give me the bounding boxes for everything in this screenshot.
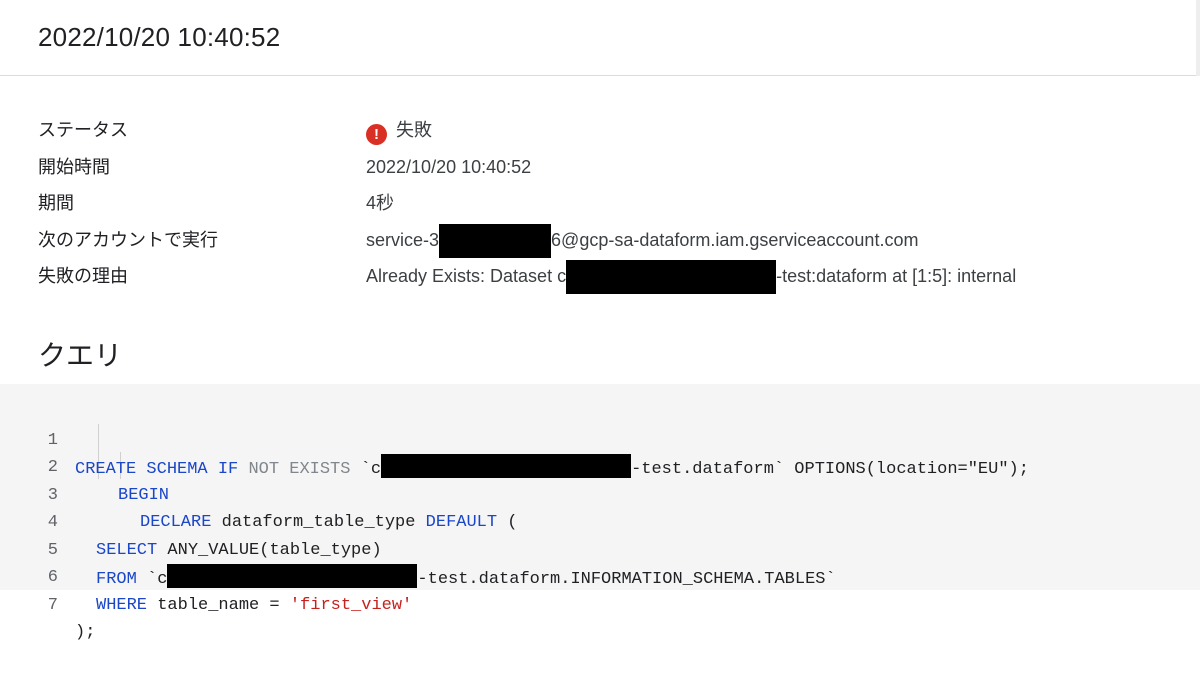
code-text: table_name =	[157, 595, 280, 615]
code-text: );	[75, 623, 96, 642]
scrollbar-track[interactable]	[1196, 0, 1200, 76]
status-value: ! 失敗	[366, 112, 432, 149]
code-text: ANY_VALUE(table_type)	[167, 540, 382, 560]
account-label: 次のアカウントで実行	[38, 229, 218, 250]
query-section-title: クエリ	[38, 340, 123, 371]
code-text: -test.dataform.INFORMATION_SCHEMA.TABLES…	[417, 570, 836, 589]
redaction-bar	[566, 260, 777, 295]
code-line-4: 4 SELECT ANY_VALUE(table_type)	[0, 482, 382, 560]
code-text: `c	[360, 460, 382, 479]
reason-prefix: Already Exists: Dataset c	[366, 266, 567, 286]
keyword: NOT EXISTS	[248, 460, 351, 479]
keyword: DEFAULT	[425, 513, 498, 532]
details-panel: ステータス ! 失敗 開始時間 2022/10/20 10:40:52 期間 4秒…	[38, 112, 1178, 295]
code-line-5: 5 FROM `c -test.dataform.INFORMATION_SCHE…	[0, 509, 836, 590]
duration-label: 期間	[38, 193, 74, 213]
keyword: WHERE	[96, 595, 148, 615]
duration-row: 期間 4秒	[38, 185, 1178, 222]
account-suffix: 6@gcp-sa-dataform.iam.gserviceaccount.co…	[551, 229, 919, 250]
redaction-bar	[381, 454, 632, 478]
account-prefix: service-3	[366, 229, 440, 250]
page-title: 2022/10/20 10:40:52	[38, 22, 281, 52]
start-time-value: 2022/10/20 10:40:52	[366, 156, 532, 177]
failure-reason-label: 失敗の理由	[38, 266, 128, 286]
keyword: CREATE SCHEMA IF	[75, 460, 239, 479]
redaction-bar	[439, 223, 552, 258]
code-line-6: 6 WHERE table_name = 'first_view'	[0, 537, 412, 615]
status-row: ステータス ! 失敗	[38, 112, 1178, 149]
failure-reason-value: Already Exists: Dataset c -test:dataform …	[366, 258, 1016, 295]
code-line-3: 3 DECLARE dataform_table_type DEFAULT (	[0, 454, 518, 533]
code-line-7: 7 );	[0, 564, 96, 643]
code-line-1: 1 CREATE SCHEMA IF NOT EXISTS `c -test.da…	[0, 399, 1029, 480]
query-code-block[interactable]: 1 CREATE SCHEMA IF NOT EXISTS `c -test.da…	[0, 384, 1200, 643]
failure-reason-row: 失敗の理由 Already Exists: Dataset c -test:dat…	[38, 258, 1178, 295]
keyword: BEGIN	[118, 485, 170, 505]
keyword: FROM	[96, 570, 137, 589]
account-value: service-3 6@gcp-sa-dataform.iam.gservicea…	[366, 222, 918, 259]
error-icon: !	[366, 124, 387, 145]
header-bar: 2022/10/20 10:40:52	[0, 0, 1200, 76]
string-literal: 'first_view'	[289, 595, 413, 615]
start-time-label: 開始時間	[38, 156, 110, 177]
keyword: DECLARE	[140, 513, 212, 532]
code-text: dataform_table_type	[221, 513, 416, 532]
code-line-2: 2 BEGIN	[0, 427, 169, 505]
status-label: ステータス	[38, 120, 128, 140]
reason-suffix: -test:dataform at [1:5]: internal	[776, 266, 1017, 286]
account-row: 次のアカウントで実行 service-3 6@gcp-sa-dataform.ia…	[38, 222, 1178, 259]
code-text: (	[507, 513, 518, 532]
duration-value: 4秒	[366, 193, 395, 213]
line-number: 7	[47, 595, 58, 615]
redaction-bar	[167, 564, 418, 588]
code-text: -test.dataform` OPTIONS(location="EU");	[631, 460, 1029, 479]
status-text: 失敗	[396, 120, 432, 140]
keyword: SELECT	[96, 540, 158, 560]
start-time-row: 開始時間 2022/10/20 10:40:52	[38, 149, 1178, 186]
code-text: `c	[147, 570, 168, 589]
